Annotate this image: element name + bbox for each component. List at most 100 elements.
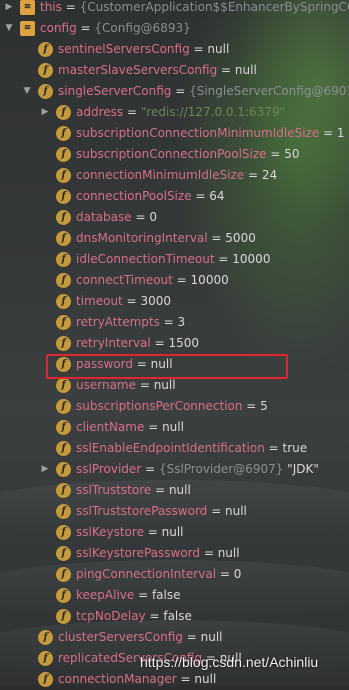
field-name: subscriptionConnectionPoolSize bbox=[76, 147, 267, 161]
equals-sign: = bbox=[207, 504, 225, 518]
field-value: 1 bbox=[336, 126, 345, 140]
tree-row-text: database = 0 bbox=[76, 207, 157, 228]
field-icon: f bbox=[38, 84, 53, 99]
field-value: 3 bbox=[177, 315, 186, 329]
field-icon: f bbox=[56, 483, 71, 498]
field-name: dnsMonitoringInterval bbox=[76, 231, 208, 245]
field-name: sslKeystore bbox=[76, 525, 144, 539]
field-name: connectTimeout bbox=[76, 273, 173, 287]
expand-arrow-icon[interactable]: ▶ bbox=[40, 459, 50, 480]
equals-sign: = bbox=[214, 252, 233, 266]
field-name: sentinelServersConfig bbox=[58, 42, 190, 56]
field-value: 1500 bbox=[168, 336, 199, 350]
tree-row-text: timeout = 3000 bbox=[76, 291, 171, 312]
equals-sign: = bbox=[136, 378, 154, 392]
equals-sign: = bbox=[182, 630, 201, 644]
field-name: database bbox=[76, 210, 132, 224]
equals-sign: = bbox=[264, 441, 283, 455]
tree-row-text: masterSlaveServersConfig = null bbox=[58, 60, 257, 81]
equals-sign: = bbox=[143, 525, 162, 539]
field-name: idleConnectionTimeout bbox=[76, 252, 215, 266]
field-value: 50 bbox=[284, 147, 300, 161]
equals-sign: = bbox=[200, 546, 218, 560]
field-value: null bbox=[200, 630, 223, 644]
field-name: connectionManager bbox=[58, 672, 177, 686]
field-name: clusterServersConfig bbox=[58, 630, 183, 644]
tree-row-text: address = "redis://127.0.0.1:6379" bbox=[76, 102, 285, 123]
field-icon: f bbox=[38, 651, 53, 666]
object-reference: {SingleServerConfig@6901} bbox=[189, 84, 349, 98]
equals-sign: = bbox=[131, 210, 150, 224]
field-name: retryInterval bbox=[76, 336, 151, 350]
field-icon: f bbox=[56, 105, 71, 120]
tree-row-text: sslEnableEndpointIdentification = true bbox=[76, 438, 307, 459]
string-value: "redis://127.0.0.1:6379" bbox=[140, 105, 286, 119]
field-icon: f bbox=[56, 336, 71, 351]
field-icon: f bbox=[56, 525, 71, 540]
equals-sign: = bbox=[76, 21, 95, 35]
field-icon: f bbox=[56, 189, 71, 204]
tree-row-text: retryAttempts = 3 bbox=[76, 312, 185, 333]
field-icon: f bbox=[56, 588, 71, 603]
equals-sign: = bbox=[319, 126, 337, 140]
equals-sign: = bbox=[216, 567, 234, 581]
field-name: this bbox=[40, 0, 62, 14]
tree-row-text: config = {Config@6893} bbox=[40, 18, 191, 39]
equals-sign: = bbox=[189, 42, 208, 56]
tree-row-text: sslProvider = {SslProvider@6907} "JDK" bbox=[76, 459, 319, 480]
field-value: null bbox=[207, 42, 230, 56]
field-icon: f bbox=[56, 441, 71, 456]
field-name: pingConnectionInterval bbox=[76, 567, 217, 581]
equals-sign: = bbox=[61, 0, 80, 14]
collapse-arrow-icon[interactable]: ▼ bbox=[4, 18, 14, 39]
tree-row-text: connectionManager = null bbox=[58, 669, 216, 690]
tree-row-text: sslTruststore = null bbox=[76, 480, 191, 501]
equals-sign: = bbox=[217, 63, 235, 77]
equals-sign: = bbox=[145, 609, 164, 623]
equals-sign: = bbox=[242, 399, 261, 413]
field-name: connectionMinimumIdleSize bbox=[76, 168, 245, 182]
equals-sign: = bbox=[141, 462, 159, 476]
field-name: sslTruststore bbox=[76, 483, 152, 497]
equals-sign: = bbox=[122, 294, 141, 308]
equals-sign: = bbox=[207, 231, 226, 245]
field-name: singleServerConfig bbox=[58, 84, 172, 98]
field-value: 10000 bbox=[190, 273, 229, 287]
field-name: config bbox=[40, 21, 77, 35]
object-reference: {SslProvider@6907} bbox=[158, 462, 284, 476]
tree-row-text: this = {CustomerApplication$$EnhancerByS… bbox=[40, 0, 349, 18]
watermark-text: https://blog.csdn.net/Achinliu bbox=[140, 654, 319, 670]
tree-row-text: pingConnectionInterval = 0 bbox=[76, 564, 241, 585]
field-icon: f bbox=[56, 504, 71, 519]
tree-row-text: sslKeystorePassword = null bbox=[76, 543, 240, 564]
expand-arrow-icon[interactable]: ▶ bbox=[4, 0, 14, 18]
field-icon: f bbox=[56, 609, 71, 624]
field-icon: f bbox=[56, 378, 71, 393]
equals-sign: = bbox=[172, 273, 191, 287]
field-name: timeout bbox=[76, 294, 123, 308]
field-name: tcpNoDelay bbox=[76, 609, 146, 623]
tree-row-text: idleConnectionTimeout = 10000 bbox=[76, 249, 270, 270]
field-icon: f bbox=[56, 567, 71, 582]
tree-row-text: connectionPoolSize = 64 bbox=[76, 186, 225, 207]
field-value: null bbox=[194, 672, 217, 686]
equals-sign: = bbox=[150, 336, 169, 350]
tree-row-text: retryInterval = 1500 bbox=[76, 333, 199, 354]
collapse-arrow-icon[interactable]: ▼ bbox=[22, 81, 32, 102]
field-name: sslProvider bbox=[76, 462, 142, 476]
variable-icon: ≡ bbox=[20, 0, 35, 15]
field-icon: f bbox=[38, 630, 53, 645]
field-value: "JDK" bbox=[283, 462, 319, 476]
field-value: false bbox=[151, 588, 181, 602]
field-value: null bbox=[234, 63, 257, 77]
field-icon: f bbox=[56, 126, 71, 141]
tree-row-text: subscriptionsPerConnection = 5 bbox=[76, 396, 268, 417]
field-icon: f bbox=[56, 252, 71, 267]
tree-row-text: connectTimeout = 10000 bbox=[76, 270, 229, 291]
equals-sign: = bbox=[159, 315, 178, 329]
equals-sign: = bbox=[151, 483, 169, 497]
field-name: sslKeystorePassword bbox=[76, 546, 200, 560]
field-name: connectionPoolSize bbox=[76, 189, 192, 203]
expand-arrow-icon[interactable]: ▶ bbox=[40, 102, 50, 123]
field-name: username bbox=[76, 378, 136, 392]
